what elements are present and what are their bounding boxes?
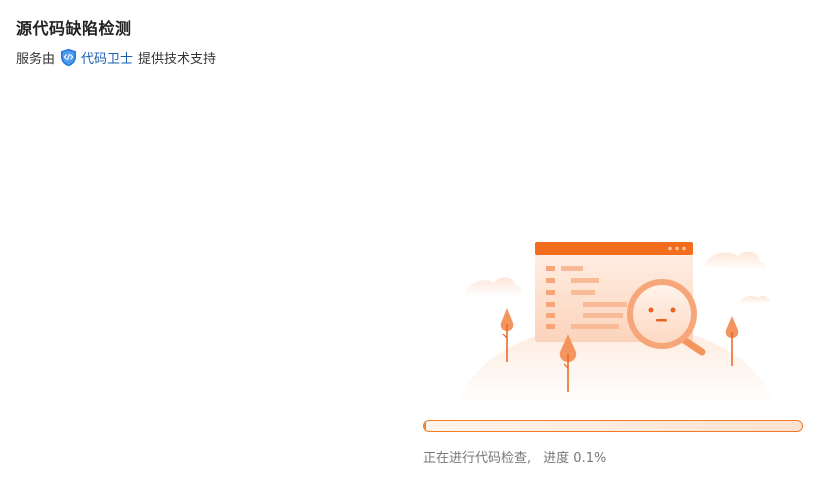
scan-progress-bar (423, 420, 803, 432)
provider-brand-link[interactable]: 代码卫士 (60, 48, 133, 67)
scan-progress-fill (424, 421, 427, 431)
magnifier-scanning-code-illustration (446, 228, 786, 408)
scan-status-text: 正在进行代码检查, (423, 451, 532, 466)
provider-prefix: 服务由 (16, 51, 56, 67)
shield-code-icon (60, 48, 77, 67)
provider-line: 服务由 代码卫士 提供技术支持 (16, 47, 216, 67)
scan-status: 正在进行代码检查, 进度 0.1% (423, 447, 606, 466)
page-title: 源代码缺陷检测 (16, 19, 132, 38)
provider-name: 代码卫士 (81, 51, 134, 67)
scan-progress-label: 进度 (543, 451, 570, 466)
provider-suffix: 提供技术支持 (138, 51, 217, 67)
page: 源代码缺陷检测 服务由 代码卫士 提供技术支持 正在进行代码检查, 进度 0.1… (0, 0, 836, 487)
scan-progress-value: 0.1% (573, 451, 607, 466)
